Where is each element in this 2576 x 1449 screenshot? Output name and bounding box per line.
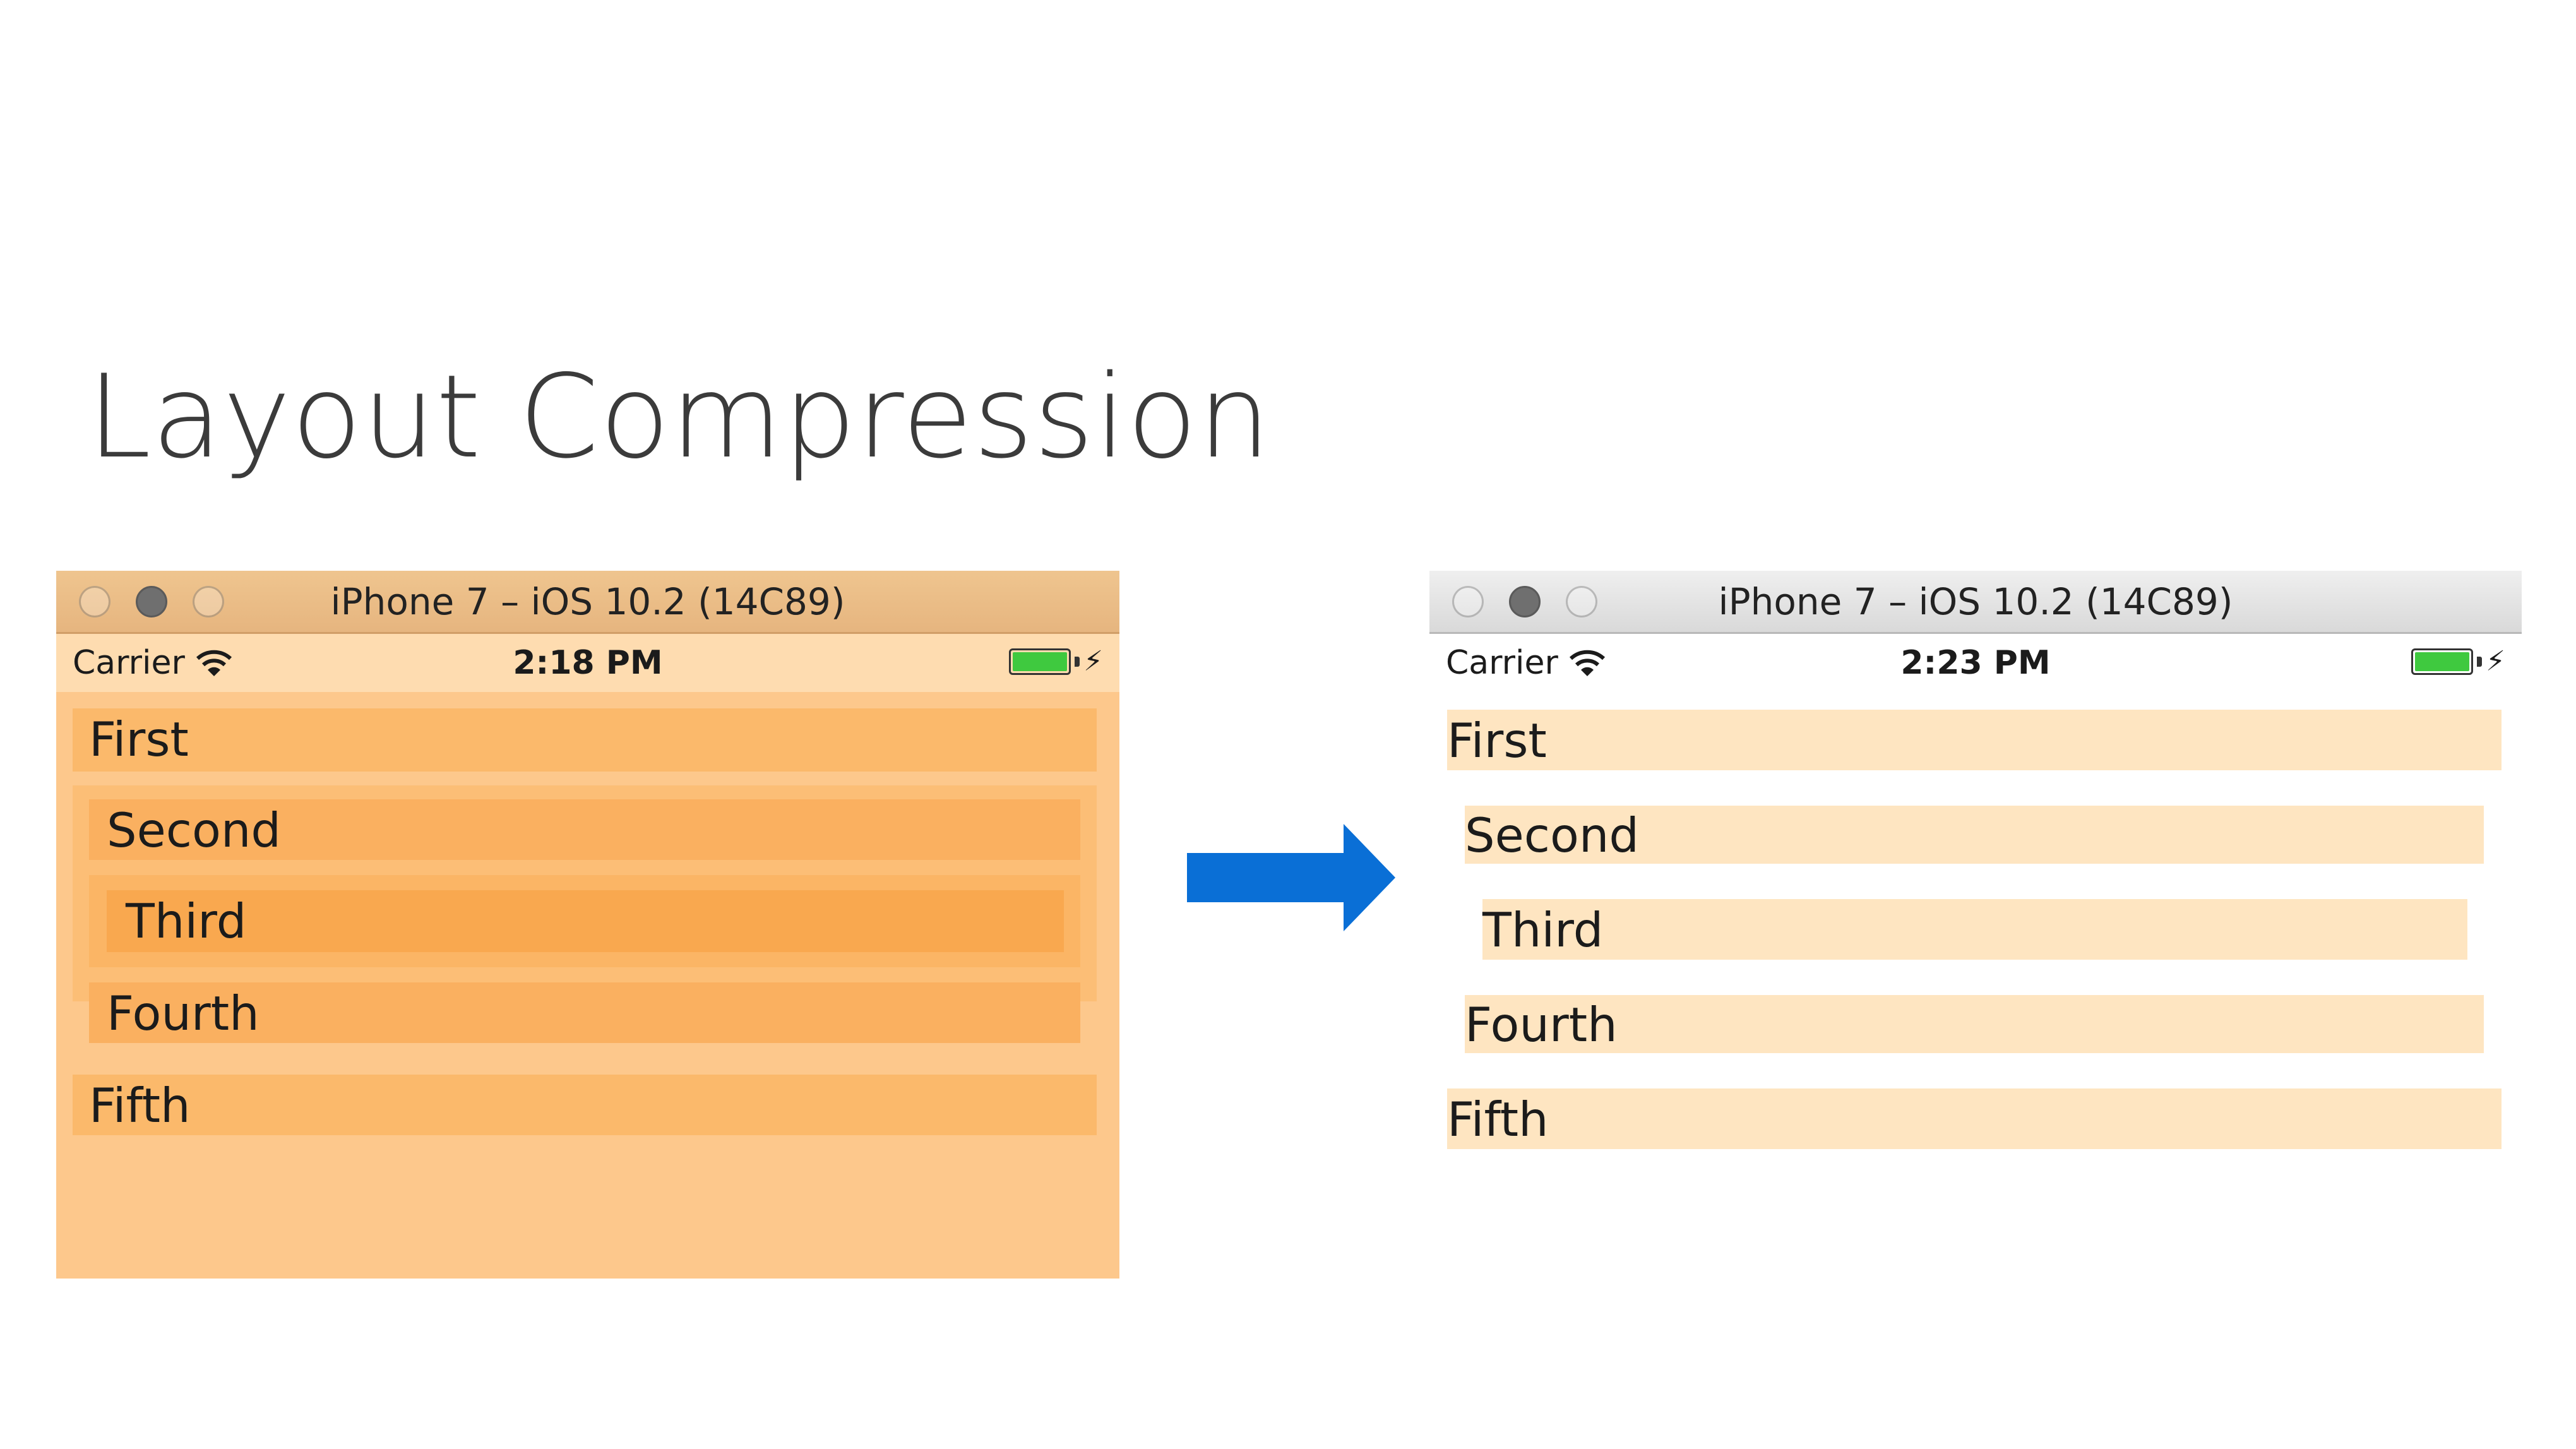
left-row-fourth: Fourth xyxy=(89,982,1080,1043)
right-time: 2:23 PM xyxy=(1900,644,2051,682)
window-zoom-icon[interactable] xyxy=(193,586,224,617)
right-traffic-lights xyxy=(1452,586,1597,617)
row-label: First xyxy=(89,712,189,767)
left-window-title: iPhone 7 – iOS 10.2 (14C89) xyxy=(330,580,845,623)
window-minimize-icon[interactable] xyxy=(136,586,167,617)
row-label: First xyxy=(1447,713,1547,768)
window-minimize-icon[interactable] xyxy=(1509,586,1541,617)
row-label: Third xyxy=(1482,902,1604,958)
battery-icon: ⚡ xyxy=(2411,648,2505,676)
right-row-fourth: Fourth xyxy=(1465,995,2484,1053)
row-label: Fourth xyxy=(107,986,259,1041)
battery-icon: ⚡ xyxy=(1009,648,1103,676)
right-window-title: iPhone 7 – iOS 10.2 (14C89) xyxy=(1718,580,2233,623)
slide-title: Layout Compression xyxy=(87,350,1272,484)
right-simulator-window: iPhone 7 – iOS 10.2 (14C89) Carrier 2:23… xyxy=(1429,571,2522,1177)
right-window-titlebar[interactable]: iPhone 7 – iOS 10.2 (14C89) xyxy=(1429,571,2522,634)
row-label: Third xyxy=(126,893,247,949)
row-label: Fifth xyxy=(1447,1092,1549,1147)
right-row-fifth: Fifth xyxy=(1447,1088,2501,1149)
row-label: Fourth xyxy=(1465,997,1618,1052)
right-row-first: First xyxy=(1447,710,2501,770)
left-status-bar: Carrier 2:18 PM ⚡ xyxy=(56,634,1119,692)
row-label: Second xyxy=(107,802,282,858)
left-row-third: Third xyxy=(107,890,1064,952)
charging-bolt-icon: ⚡ xyxy=(1083,645,1103,677)
right-arrow-icon xyxy=(1187,824,1395,931)
window-zoom-icon[interactable] xyxy=(1566,586,1597,617)
left-row-fifth: Fifth xyxy=(73,1075,1097,1135)
left-simulator-window: iPhone 7 – iOS 10.2 (14C89) Carrier 2:18… xyxy=(56,571,1119,1279)
right-row-second: Second xyxy=(1465,806,2484,864)
right-row-third: Third xyxy=(1482,899,2467,960)
charging-bolt-icon: ⚡ xyxy=(2486,645,2505,677)
left-time: 2:18 PM xyxy=(513,644,663,682)
left-row-first: First xyxy=(73,708,1097,772)
right-status-bar: Carrier 2:23 PM ⚡ xyxy=(1429,634,2522,692)
left-row-second: Second xyxy=(89,799,1080,860)
row-label: Second xyxy=(1465,808,1640,863)
left-traffic-lights xyxy=(79,586,224,617)
left-window-titlebar[interactable]: iPhone 7 – iOS 10.2 (14C89) xyxy=(56,571,1119,634)
window-close-icon[interactable] xyxy=(79,586,110,617)
row-label: Fifth xyxy=(89,1078,191,1133)
window-close-icon[interactable] xyxy=(1452,586,1484,617)
